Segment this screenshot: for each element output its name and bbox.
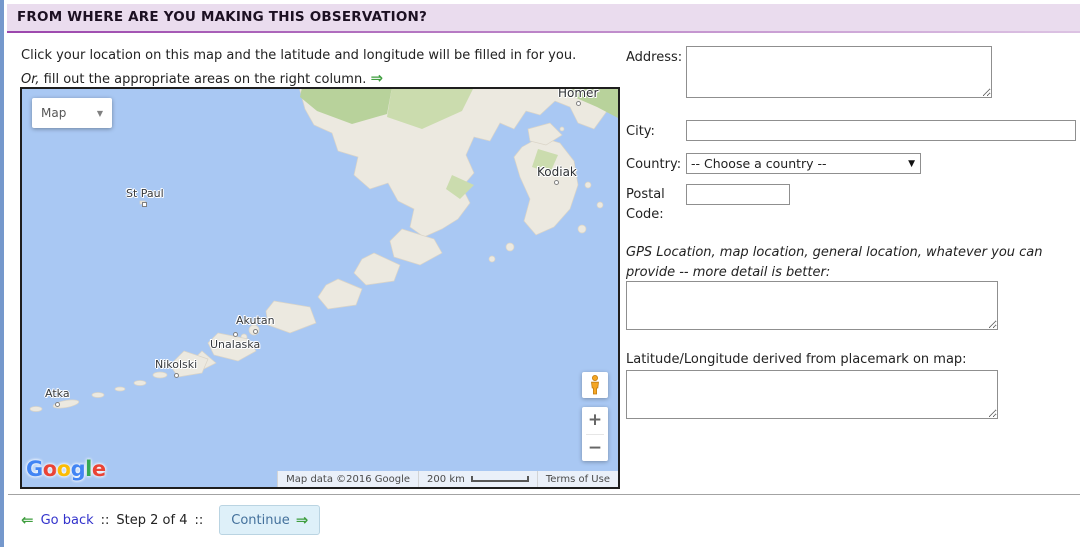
place-marker-icon <box>554 180 559 185</box>
or-word: Or, <box>21 72 40 87</box>
footer-divider <box>8 494 1080 495</box>
footer-separator: :: <box>194 513 203 528</box>
place-marker-icon <box>142 202 147 207</box>
postal-code-label-line2: Code: <box>626 207 664 222</box>
google-logo-letter: l <box>85 457 92 481</box>
latlng-label: Latitude/Longitude derived from placemar… <box>626 352 967 367</box>
instruction-line-2-text: fill out the appropriate areas on the ri… <box>40 72 367 87</box>
map-label-atka: Atka <box>45 388 70 407</box>
page-title: FROM WHERE ARE YOU MAKING THIS OBSERVATI… <box>7 4 1080 31</box>
left-arrow-icon: ⇐ <box>21 511 34 529</box>
continue-arrow-icon: ⇒ <box>296 511 309 529</box>
map-attribution-bar: Map data ©2016 Google 200 km Terms of Us… <box>277 471 618 487</box>
google-logo: Google <box>26 457 106 481</box>
step-indicator: Step 2 of 4 <box>116 513 187 528</box>
map-type-label: Map <box>41 106 66 120</box>
footer-separator: :: <box>101 513 110 528</box>
header-underline <box>7 31 1080 33</box>
continue-button[interactable]: Continue ⇒ <box>219 505 320 535</box>
map-label-kodiak: Kodiak <box>537 166 577 185</box>
google-logo-letter: o <box>43 457 57 481</box>
instruction-line-1: Click your location on this map and the … <box>21 48 576 63</box>
postal-code-field[interactable] <box>686 184 790 205</box>
map-type-caret-icon: ▼ <box>97 109 103 118</box>
map-label-unalaska: Unalaska <box>210 332 260 351</box>
footer-nav: ⇐ Go back :: Step 2 of 4 :: Continue ⇒ <box>21 505 320 535</box>
address-label: Address: <box>626 50 682 65</box>
right-arrow-icon: ⇒ <box>370 69 383 87</box>
address-field[interactable] <box>686 46 992 98</box>
country-select[interactable]: -- Choose a country -- <box>686 153 921 174</box>
map-label-homer: Homer <box>558 89 598 106</box>
map-canvas[interactable]: Map ▼ St Paul Atka Nikolski Unalaska Aku… <box>22 89 618 487</box>
scale-bar-icon <box>471 476 529 482</box>
map-scale: 200 km <box>418 471 537 487</box>
country-select-wrap: -- Choose a country -- ▼ <box>686 153 921 174</box>
go-back-link[interactable]: Go back <box>41 513 94 528</box>
map-label-nikolski: Nikolski <box>155 359 197 378</box>
zoom-in-button[interactable]: + <box>582 407 608 434</box>
gps-location-field[interactable] <box>626 281 998 330</box>
terms-of-use-link[interactable]: Terms of Use <box>537 471 618 487</box>
place-marker-icon <box>55 402 60 407</box>
gps-location-note: GPS Location, map location, general loca… <box>626 243 1076 283</box>
google-logo-letter: G <box>26 457 43 481</box>
latlng-field[interactable] <box>626 370 998 419</box>
city-label: City: <box>626 124 655 139</box>
google-logo-letter: g <box>71 457 86 481</box>
map-label-akutan: Akutan <box>236 315 275 334</box>
map-type-button[interactable]: Map ▼ <box>32 98 112 128</box>
observation-location-page: FROM WHERE ARE YOU MAKING THIS OBSERVATI… <box>0 0 1080 547</box>
pegman-street-view-button[interactable] <box>582 372 608 398</box>
place-marker-icon <box>174 373 179 378</box>
zoom-out-button[interactable]: − <box>582 435 608 462</box>
country-label: Country: <box>626 157 681 172</box>
map-label-st-paul: St Paul <box>126 188 164 207</box>
google-map[interactable]: Map ▼ St Paul Atka Nikolski Unalaska Aku… <box>20 87 620 489</box>
place-marker-icon <box>253 329 258 334</box>
city-field[interactable] <box>686 120 1076 141</box>
map-terrain <box>22 89 618 487</box>
place-marker-icon <box>576 101 581 106</box>
zoom-control: + − <box>582 407 608 461</box>
continue-label: Continue <box>231 513 289 528</box>
postal-code-label-line1: Postal <box>626 187 665 202</box>
pegman-icon <box>589 375 601 395</box>
page-left-accent <box>0 0 4 547</box>
map-attribution: Map data ©2016 Google <box>277 471 418 487</box>
google-logo-letter: e <box>92 457 106 481</box>
google-logo-letter: o <box>57 457 71 481</box>
instruction-line-2: Or, fill out the appropriate areas on th… <box>21 69 383 87</box>
